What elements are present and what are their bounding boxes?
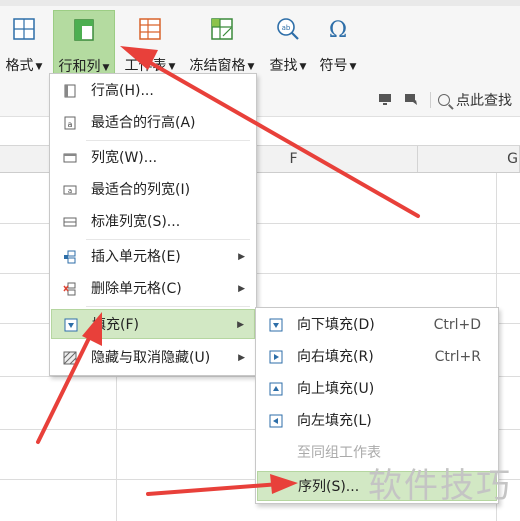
symbol-icon: Ω [329, 18, 347, 42]
column-header-f-label: F [289, 151, 298, 167]
fill-right-icon [269, 350, 283, 364]
symbol-button[interactable]: Ω 符号 ▼ [314, 10, 362, 78]
menu-separator [86, 239, 250, 240]
submenu-arrow-icon: ▶ [238, 353, 245, 363]
menu-item-column-width[interactable]: 列宽(W)... [51, 143, 255, 173]
find-icon: ab [277, 18, 299, 40]
svg-text:Ω: Ω [329, 18, 347, 42]
svg-text:a: a [68, 120, 73, 129]
menu-item-fill-left[interactable]: 向左填充(L) [257, 406, 497, 436]
standard-column-width-icon [63, 217, 77, 227]
menu-item-insert-cells[interactable]: 插入单元格(E) ▶ [51, 242, 255, 272]
freeze-panes-button[interactable]: 冻结窗格 ▼ [184, 10, 260, 78]
hide-unhide-icon [63, 351, 77, 365]
shortcut-label: Ctrl+R [434, 349, 481, 365]
menu-item-label: 向下填充(D) [297, 317, 375, 333]
column-header-g[interactable]: G [418, 146, 520, 172]
menu-item-fill-down[interactable]: 向下填充(D) Ctrl+D [257, 310, 497, 340]
menu-item-hide-unhide[interactable]: 隐藏与取消隐藏(U) ▶ [51, 343, 255, 373]
menu-separator [86, 306, 250, 307]
separator [430, 92, 431, 108]
format-icon [13, 18, 35, 40]
search-icon [438, 94, 450, 106]
menu-item-fill[interactable]: 填充(F) ▶ [51, 309, 255, 339]
worksheet-button[interactable]: 工作表 ▼ [118, 10, 182, 78]
rows-columns-menu: 行高(H)... a 最适合的行高(A) 列宽(W)... a 最适合的列宽(I… [49, 73, 257, 376]
column-width-icon [63, 153, 77, 163]
find-label: 查找 [269, 58, 298, 74]
fill-left-icon [269, 414, 283, 428]
menu-item-label: 标准列宽(S)... [91, 214, 181, 230]
menu-item-label: 列宽(W)... [91, 150, 158, 166]
menu-item-label: 最适合的行高(A) [91, 115, 196, 131]
menu-item-label: 向右填充(R) [297, 349, 374, 365]
menu-item-fill-up[interactable]: 向上填充(U) [257, 374, 497, 404]
menu-item-fill-right[interactable]: 向右填充(R) Ctrl+R [257, 342, 497, 372]
menu-item-label: 最适合的列宽(I) [91, 182, 191, 198]
column-header-g-label: G [507, 151, 518, 167]
insert-cells-icon [64, 250, 76, 264]
comment-icon[interactable] [404, 92, 418, 106]
fill-down-icon [269, 318, 283, 332]
submenu-arrow-icon: ▶ [238, 284, 245, 294]
menu-item-label: 序列(S)... [298, 479, 360, 495]
column-header-blank [0, 146, 54, 172]
menu-item-label: 行高(H)... [91, 83, 154, 99]
search-label: 点此查找 [456, 93, 512, 109]
freeze-panes-label: 冻结窗格 [189, 58, 246, 74]
watermark: 软件技巧 [368, 466, 512, 506]
find-button[interactable]: ab 查找 ▼ [264, 10, 312, 78]
menu-item-label: 隐藏与取消隐藏(U) [91, 350, 211, 366]
monitor-icon[interactable] [378, 92, 392, 106]
rows-columns-button[interactable]: 行和列 ▼ [53, 10, 115, 78]
menu-separator [86, 140, 250, 141]
worksheet-icon [139, 18, 161, 40]
menu-item-row-height[interactable]: 行高(H)... [51, 76, 255, 106]
symbol-label: 符号 [319, 58, 348, 74]
menu-item-autofit-row-height[interactable]: a 最适合的行高(A) [51, 108, 255, 138]
search-box[interactable]: 点此查找 [438, 90, 512, 110]
autofit-row-height-icon: a [64, 116, 76, 130]
svg-text:a: a [68, 187, 72, 195]
menu-item-delete-cells[interactable]: 删除单元格(C) ▶ [51, 274, 255, 304]
worksheet-label: 工作表 [124, 58, 167, 74]
delete-cells-icon [63, 282, 76, 296]
submenu-arrow-icon: ▶ [237, 320, 244, 330]
format-button[interactable]: 格式 ▼ [0, 10, 48, 78]
submenu-arrow-icon: ▶ [238, 252, 245, 262]
autofit-column-width-icon: a [63, 185, 77, 195]
freeze-panes-icon [211, 18, 233, 40]
rows-columns-icon [74, 19, 94, 41]
menu-item-label: 向左填充(L) [297, 413, 372, 429]
shortcut-label: Ctrl+D [433, 317, 481, 333]
row-height-icon [64, 84, 76, 98]
fill-icon [64, 318, 78, 332]
format-label: 格式 [5, 58, 34, 74]
svg-text:ab: ab [282, 24, 291, 32]
menu-item-label: 向上填充(U) [297, 381, 375, 397]
menu-item-label: 删除单元格(C) [91, 281, 182, 297]
menu-item-label: 填充(F) [92, 317, 139, 333]
menu-item-label: 插入单元格(E) [91, 249, 181, 265]
menu-item-autofit-column-width[interactable]: a 最适合的列宽(I) [51, 175, 255, 205]
menu-item-standard-column-width[interactable]: 标准列宽(S)... [51, 207, 255, 237]
fill-up-icon [269, 382, 283, 396]
